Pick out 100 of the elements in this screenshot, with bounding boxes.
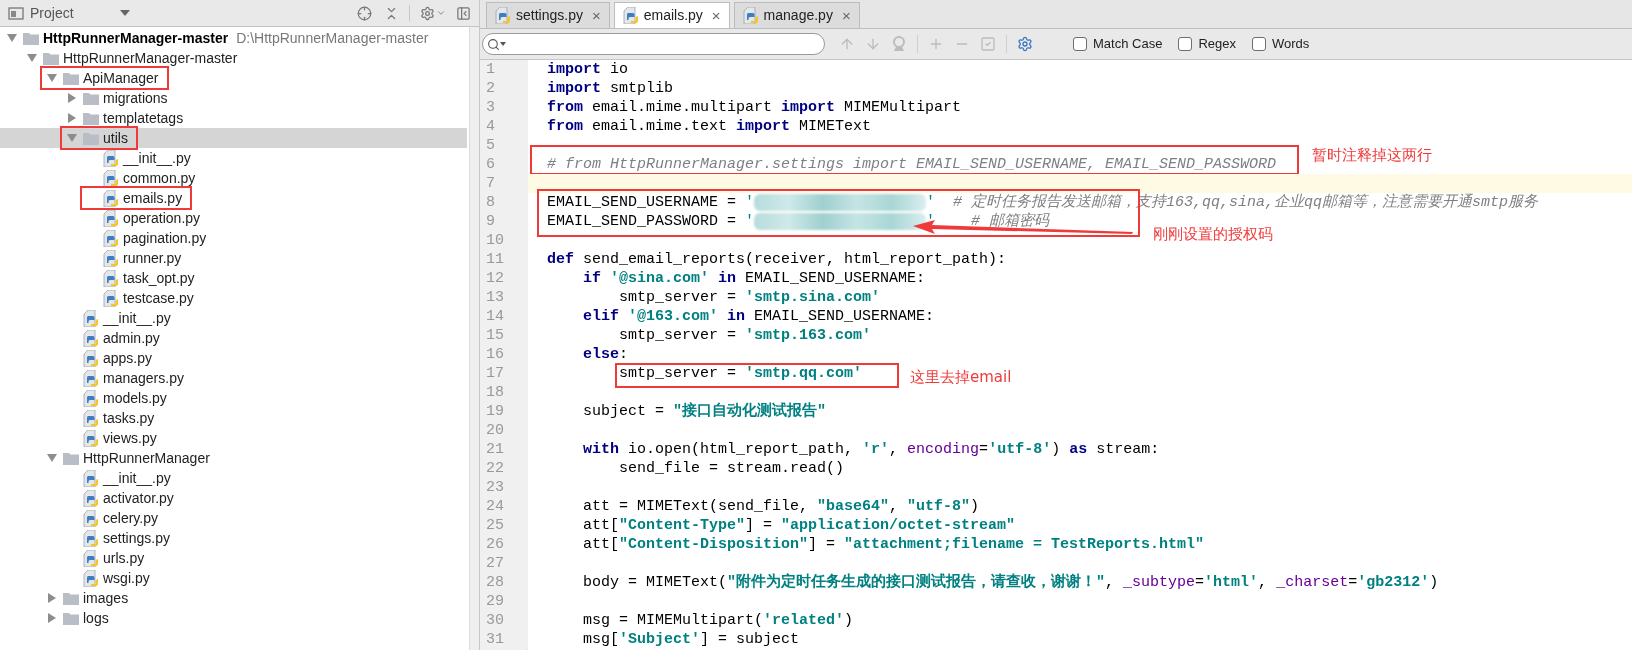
editor-tab[interactable]: manage.py × xyxy=(733,2,860,28)
folder-icon xyxy=(23,31,39,45)
editor-tab[interactable]: settings.py × xyxy=(486,2,610,28)
tree-item[interactable]: __init__.py xyxy=(0,468,467,488)
close-tab-button[interactable]: × xyxy=(711,8,721,23)
tree-item[interactable]: templatetags xyxy=(0,108,467,128)
code-line: att["Content-Type"] = "application/octet-stream" xyxy=(582,516,1016,535)
tree-item[interactable]: emails.py xyxy=(0,188,467,208)
checkbox[interactable] xyxy=(1251,37,1266,51)
tree-item[interactable]: __init__.py xyxy=(0,308,467,328)
project-view-dropdown[interactable]: Project xyxy=(30,2,130,24)
item-label: urls.py xyxy=(103,548,145,568)
gear-icon[interactable] xyxy=(1017,36,1033,52)
python-file-icon xyxy=(83,329,99,347)
tree-item[interactable]: views.py xyxy=(0,428,467,448)
item-label: migrations xyxy=(103,88,168,108)
tree-item[interactable]: images xyxy=(0,588,467,608)
code-line: smtp_server = 'smtp.sina.com' xyxy=(618,288,881,307)
tree-item[interactable]: urls.py xyxy=(0,548,467,568)
expanded-arrow-icon[interactable] xyxy=(46,452,58,464)
scrollbar[interactable] xyxy=(469,27,479,650)
code-line: else: xyxy=(582,345,629,364)
folder-icon xyxy=(63,611,79,625)
code-line: import smtplib xyxy=(547,79,674,98)
code-line: att = MIMEText(send_file, "base64", "utf-8") xyxy=(582,497,980,516)
tree-item[interactable]: tasks.py xyxy=(0,408,467,428)
python-file-icon xyxy=(103,229,119,247)
code-line: from email.mime.text import MIMEText xyxy=(547,117,872,136)
code-line: att["Content-Disposition"] = "attachment;filename = TestReports.html" xyxy=(582,535,1205,554)
python-file-icon xyxy=(103,189,119,207)
folder-icon xyxy=(63,71,79,85)
caret-icon[interactable] xyxy=(436,8,446,18)
tree-item[interactable]: migrations xyxy=(0,88,467,108)
python-file-icon xyxy=(83,569,99,587)
annotation-note: 刚刚设置的授权码 xyxy=(1153,224,1273,244)
collapsed-arrow-icon[interactable] xyxy=(46,592,58,604)
code-line: subject = "接口自动化测试报告" xyxy=(582,402,827,421)
expanded-arrow-icon[interactable] xyxy=(6,32,18,44)
collapsed-arrow-icon[interactable] xyxy=(66,112,78,124)
tree-item[interactable]: managers.py xyxy=(0,368,467,388)
editor-tab[interactable]: emails.py × xyxy=(613,2,730,28)
tree-item[interactable]: celery.py xyxy=(0,508,467,528)
option-label: Regex xyxy=(1198,35,1236,54)
gear-icon[interactable] xyxy=(420,5,435,21)
folder-icon xyxy=(83,111,99,125)
collapsed-arrow-icon[interactable] xyxy=(46,612,58,624)
expanded-arrow-icon[interactable] xyxy=(66,132,78,144)
python-file-icon xyxy=(103,289,119,307)
item-label: HttpRunnerManager xyxy=(83,448,210,468)
tree-item[interactable]: runner.py xyxy=(0,248,467,268)
tree-item[interactable]: pagination.py xyxy=(0,228,467,248)
search-field[interactable] xyxy=(482,33,825,55)
python-file-icon xyxy=(83,389,99,407)
close-tab-button[interactable]: × xyxy=(591,8,601,23)
tree-item[interactable]: task_opt.py xyxy=(0,268,467,288)
tree-item[interactable]: settings.py xyxy=(0,528,467,548)
item-label: wsgi.py xyxy=(103,568,150,588)
tree-item[interactable]: __init__.py xyxy=(0,148,467,168)
item-label: apps.py xyxy=(103,348,153,368)
close-tab-button[interactable]: × xyxy=(841,8,851,23)
item-label: activator.py xyxy=(103,488,174,508)
item-label: emails.py xyxy=(123,188,183,208)
python-file-icon xyxy=(83,469,99,487)
tree-item[interactable]: testcase.py xyxy=(0,288,467,308)
tree-item[interactable]: utils xyxy=(0,128,467,148)
caret-icon xyxy=(119,10,130,16)
tree-item[interactable]: apps.py xyxy=(0,348,467,368)
item-label: images xyxy=(83,588,129,608)
tab-label: emails.py xyxy=(643,6,703,25)
tree-item[interactable]: models.py xyxy=(0,388,467,408)
collapsed-arrow-icon[interactable] xyxy=(66,92,78,104)
expanded-arrow-icon[interactable] xyxy=(26,52,38,64)
hide-panel-icon[interactable] xyxy=(456,5,471,21)
locate-icon[interactable] xyxy=(357,5,372,21)
tree-item[interactable]: common.py xyxy=(0,168,467,188)
folder-icon xyxy=(83,131,99,145)
tree-item[interactable]: activator.py xyxy=(0,488,467,508)
tree-item[interactable]: HttpRunnerManager-master D:\HttpRunnerManager-master xyxy=(0,28,467,48)
item-label: managers.py xyxy=(103,368,184,388)
item-label: models.py xyxy=(103,388,167,408)
python-file-icon xyxy=(83,509,99,527)
item-label: utils xyxy=(103,128,128,148)
tree-item[interactable]: ApiManager xyxy=(0,68,467,88)
expanded-arrow-icon[interactable] xyxy=(46,72,58,84)
python-file-icon xyxy=(83,309,99,327)
tree-item[interactable]: admin.py xyxy=(0,328,467,348)
item-label: testcase.py xyxy=(123,288,194,308)
tree-item[interactable]: logs xyxy=(0,608,467,628)
item-label: __init__.py xyxy=(123,148,191,168)
checkbox[interactable] xyxy=(1073,37,1087,51)
tree-item[interactable]: HttpRunnerManager xyxy=(0,448,467,468)
search-icon xyxy=(487,37,500,51)
checkbox[interactable] xyxy=(1178,37,1193,51)
item-label: templatetags xyxy=(103,108,184,128)
item-label: runner.py xyxy=(123,248,182,268)
tree-item[interactable]: operation.py xyxy=(0,208,467,228)
tree-item[interactable]: HttpRunnerManager-master xyxy=(0,48,467,68)
item-label: __init__.py xyxy=(103,308,171,328)
tree-item[interactable]: wsgi.py xyxy=(0,568,467,588)
option-label: Match Case xyxy=(1093,35,1163,54)
